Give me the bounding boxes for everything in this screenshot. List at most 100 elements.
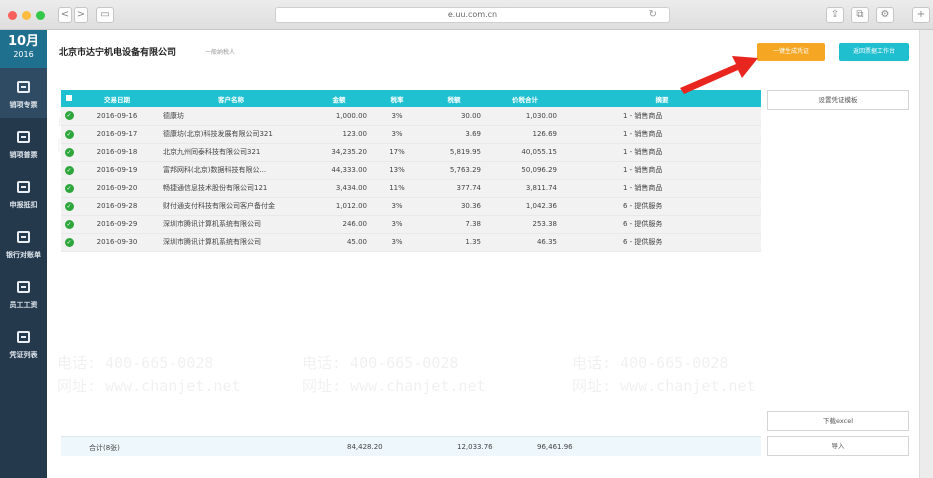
- invoice-icon: [17, 81, 30, 93]
- sidebar: 10月 2016 销项专票 销项普票 申报抵扣 银行对账单 员工工资 凭证列表: [0, 30, 47, 478]
- tabs-icon[interactable]: ⧉: [851, 7, 869, 23]
- check-icon[interactable]: ✓: [64, 147, 74, 157]
- invoice-icon: [17, 131, 30, 143]
- cell-amount: 246.00: [305, 215, 373, 234]
- watermark-phone: 电话: 400-665-0028: [57, 354, 214, 372]
- wallet-icon: [17, 281, 30, 293]
- reload-icon[interactable]: ↻: [649, 8, 657, 22]
- cell-total: 1,030.00: [487, 107, 563, 126]
- cell-date: 2016-09-18: [77, 143, 157, 162]
- back-icon[interactable]: <: [58, 7, 72, 23]
- cell-tax: 3.69: [421, 125, 487, 144]
- table-row[interactable]: ✓ 2016-09-20 畅捷通信息技术股份有限公司121 3,434.00 1…: [61, 179, 761, 198]
- address-bar[interactable]: e.uu.com.cn ↻: [275, 7, 670, 23]
- cell-rate: 3%: [373, 215, 421, 234]
- cell-tax: 30.00: [421, 107, 487, 126]
- cell-total: 40,055.15: [487, 143, 563, 162]
- sidebar-item-label: 销项专票: [9, 101, 38, 109]
- download-excel-button[interactable]: 下载excel: [767, 411, 909, 431]
- sidebar-item-vat-special-invoice[interactable]: 销项专票: [0, 68, 47, 118]
- table-row[interactable]: ✓ 2016-09-29 深圳市腾讯计算机系统有限公司 246.00 3% 7.…: [61, 215, 761, 234]
- close-window-button[interactable]: [8, 11, 17, 20]
- sidebar-item-bank-statement[interactable]: 银行对账单: [0, 218, 47, 268]
- cell-date: 2016-09-29: [77, 215, 157, 234]
- sidebar-item-label: 销项普票: [9, 151, 38, 159]
- cell-customer: 深圳市腾讯计算机系统有限公司: [157, 233, 305, 252]
- new-tab-icon[interactable]: +: [912, 7, 930, 23]
- share-icon[interactable]: ⇪: [826, 7, 844, 23]
- sidebar-item-vat-normal-invoice[interactable]: 销项普票: [0, 118, 47, 168]
- total-with-tax: 96,461.96: [537, 443, 573, 451]
- cell-tax: 377.74: [421, 179, 487, 198]
- check-icon[interactable]: ✓: [64, 111, 74, 121]
- browser-toolbar: < > ▭ e.uu.com.cn ↻ ⇪ ⧉ ⚙ +: [0, 0, 933, 30]
- table-row[interactable]: ✓ 2016-09-30 深圳市腾讯计算机系统有限公司 45.00 3% 1.3…: [61, 233, 761, 252]
- cell-total: 46.35: [487, 233, 563, 252]
- vertical-scrollbar[interactable]: [919, 30, 933, 478]
- table-header-row: 交易日期 客户名称 金额 税率 税额 价税合计 摘要: [61, 90, 761, 107]
- cell-date: 2016-09-19: [77, 161, 157, 180]
- sidebar-item-declare-deduct[interactable]: 申报抵扣: [0, 168, 47, 218]
- column-header-customer: 客户名称: [157, 90, 305, 107]
- table-row[interactable]: ✓ 2016-09-19 富邦网科(北京)数据科技有限公... 44,333.0…: [61, 161, 761, 180]
- cell-rate: 13%: [373, 161, 421, 180]
- table-row[interactable]: ✓ 2016-09-18 北京九州同泰科技有限公司321 34,235.20 1…: [61, 143, 761, 162]
- list-icon: [17, 331, 30, 343]
- cell-rate: 3%: [373, 125, 421, 144]
- select-all-checkbox[interactable]: [61, 90, 77, 107]
- forward-icon[interactable]: >: [74, 7, 88, 23]
- maximize-window-button[interactable]: [36, 11, 45, 20]
- cell-rate: 3%: [373, 107, 421, 126]
- company-name: 北京市达宁机电设备有限公司: [59, 48, 177, 58]
- cell-date: 2016-09-16: [77, 107, 157, 126]
- watermark-site: 网址: www.chanjet.net: [572, 377, 756, 395]
- check-icon[interactable]: ✓: [64, 237, 74, 247]
- column-header-date: 交易日期: [77, 90, 157, 107]
- column-header-tax: 税额: [421, 90, 487, 107]
- check-icon[interactable]: ✓: [64, 129, 74, 139]
- url-text: e.uu.com.cn: [447, 10, 498, 19]
- return-workbench-button[interactable]: 返回票据工作台: [839, 43, 909, 61]
- sidebar-item-label: 员工工资: [9, 301, 38, 309]
- check-icon[interactable]: ✓: [64, 165, 74, 175]
- cell-total: 1,042.36: [487, 197, 563, 216]
- watermark-site: 网址: www.chanjet.net: [57, 377, 241, 395]
- check-icon[interactable]: ✓: [64, 183, 74, 193]
- total-amount: 84,428.20: [347, 443, 383, 451]
- minimize-window-button[interactable]: [22, 11, 31, 20]
- invoice-table: 交易日期 客户名称 金额 税率 税额 价税合计 摘要 ✓ 2016-09-16 …: [61, 90, 761, 252]
- extension-icon[interactable]: ⚙: [876, 7, 894, 23]
- cell-total: 126.69: [487, 125, 563, 144]
- cell-date: 2016-09-30: [77, 233, 157, 252]
- table-row[interactable]: ✓ 2016-09-28 财付通支付科技有限公司客户备付金 1,012.00 3…: [61, 197, 761, 216]
- check-icon[interactable]: ✓: [64, 201, 74, 211]
- table-row[interactable]: ✓ 2016-09-17 德康坊(北京)科技发展有限公司321 123.00 3…: [61, 125, 761, 144]
- cell-rate: 3%: [373, 233, 421, 252]
- main-content: 电话: 400-665-0028 网址: www.chanjet.net 电话:…: [47, 72, 919, 478]
- cell-customer: 德康坊: [157, 107, 305, 126]
- cell-date: 2016-09-20: [77, 179, 157, 198]
- sidebar-item-label: 凭证列表: [9, 351, 38, 359]
- cell-total: 3,811.74: [487, 179, 563, 198]
- cell-tax: 30.36: [421, 197, 487, 216]
- cell-amount: 34,235.20: [305, 143, 373, 162]
- cell-rate: 3%: [373, 197, 421, 216]
- cell-amount: 3,434.00: [305, 179, 373, 198]
- sidebar-item-voucher-list[interactable]: 凭证列表: [0, 318, 47, 368]
- cell-customer: 德康坊(北京)科技发展有限公司321: [157, 125, 305, 144]
- cell-summary: 1 - 销售商品: [563, 143, 761, 162]
- cell-summary: 6 - 提供服务: [563, 197, 761, 216]
- table-row[interactable]: ✓ 2016-09-16 德康坊 1,000.00 3% 30.00 1,030…: [61, 107, 761, 126]
- sidebar-item-payroll[interactable]: 员工工资: [0, 268, 47, 318]
- cell-tax: 5,763.29: [421, 161, 487, 180]
- annotation-arrow-icon: [680, 56, 758, 94]
- column-header-amount: 金额: [305, 90, 373, 107]
- sidebar-toggle-icon[interactable]: ▭: [96, 7, 114, 23]
- voucher-template-button[interactable]: 设置凭证模板: [767, 90, 909, 110]
- import-button[interactable]: 导入: [767, 436, 909, 456]
- period-selector[interactable]: 10月 2016: [0, 30, 47, 68]
- check-icon[interactable]: ✓: [64, 219, 74, 229]
- watermark-site: 网址: www.chanjet.net: [302, 377, 486, 395]
- generate-voucher-button[interactable]: 一键生成凭证: [757, 43, 825, 61]
- total-tax: 12,033.76: [457, 443, 493, 451]
